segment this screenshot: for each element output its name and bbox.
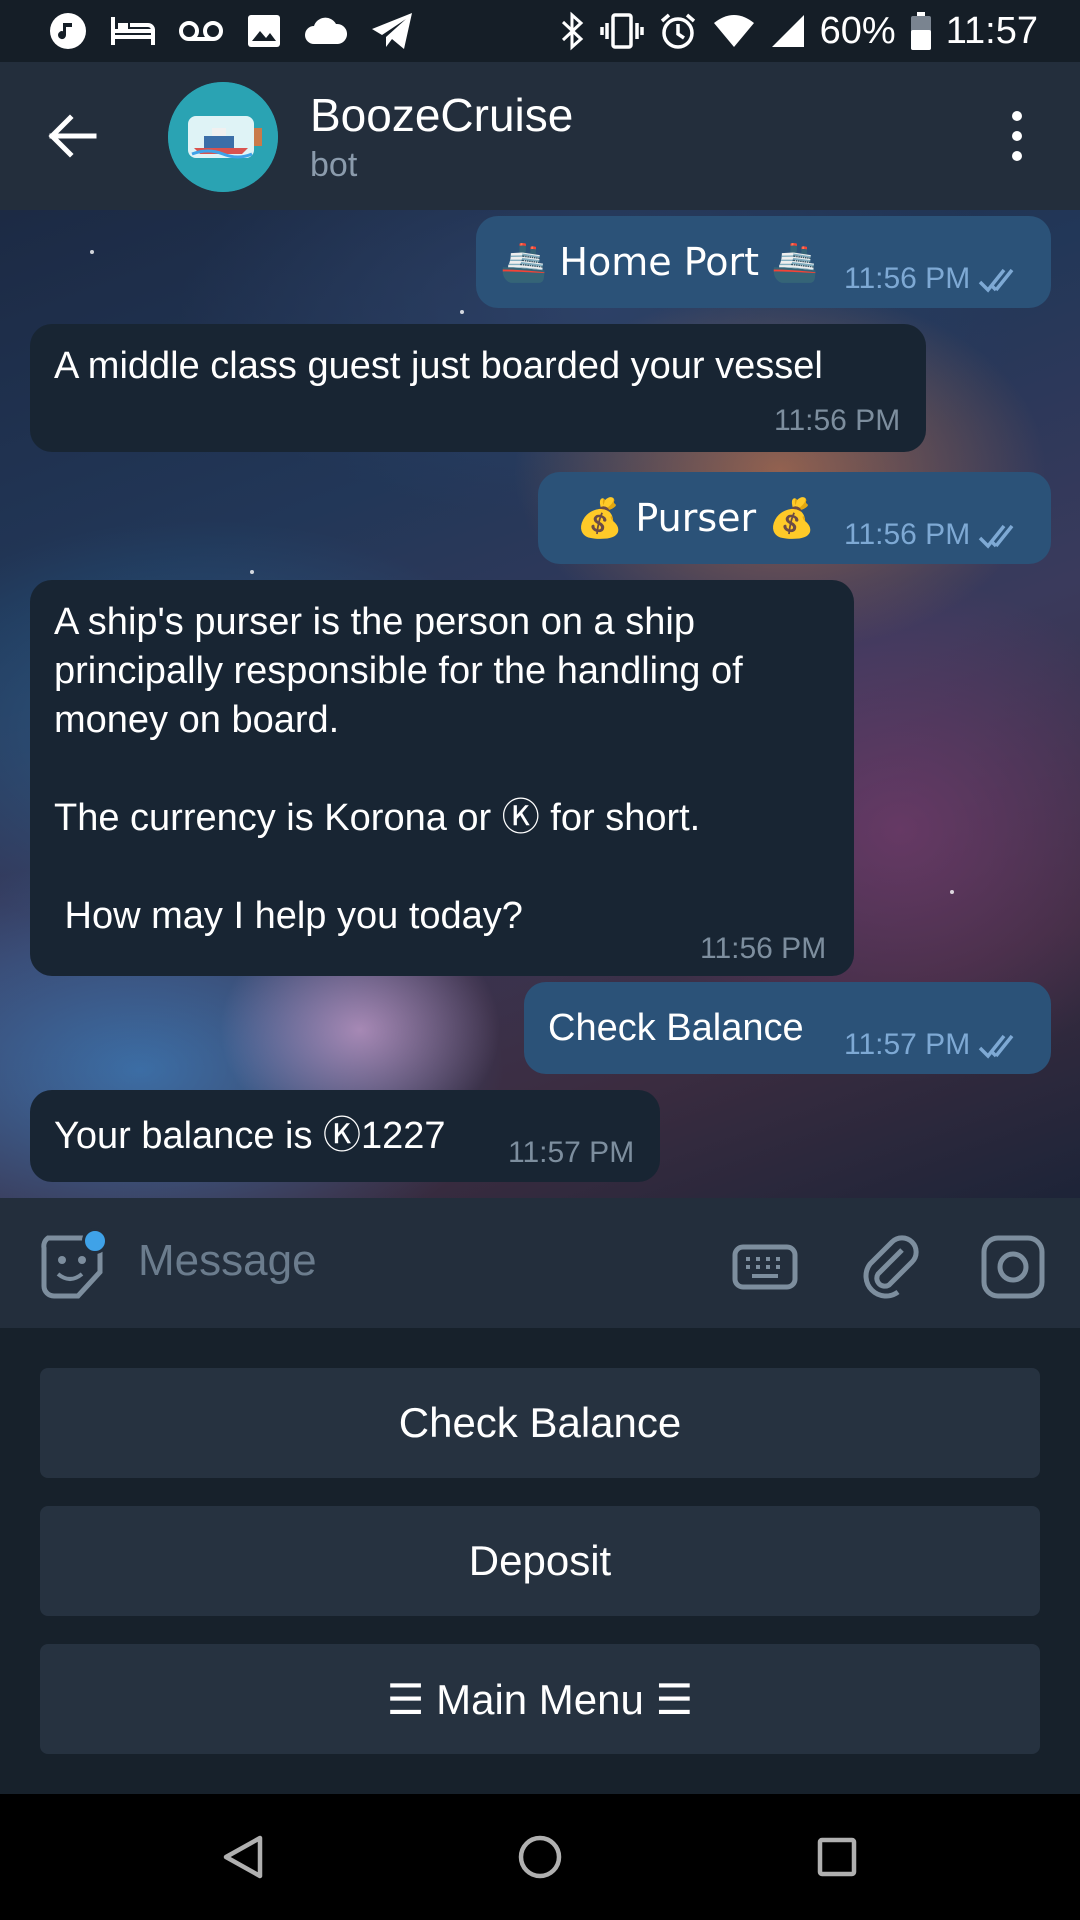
message-text: Check Balance [548,1007,804,1049]
message-text: Your balance is Ⓚ1227 [54,1115,446,1157]
battery-percent: 60% [819,9,896,52]
check-balance-button[interactable]: Check Balance [40,1368,1040,1478]
bed-icon [110,13,156,49]
voicemail-icon [178,17,224,45]
chat-subtitle: bot [310,146,358,184]
message-time: 11:56 PM [700,932,827,965]
incoming-message[interactable]: Your balance is Ⓚ1227 11:57 PM [30,1090,660,1182]
bot-keyboard-icon[interactable] [732,1234,798,1300]
message-text: A ship's purser is the person on a ship … [54,601,743,937]
vibrate-icon [599,11,644,51]
read-receipt-icon [978,268,1014,293]
nav-recents-icon[interactable] [812,1832,862,1882]
message-input[interactable] [138,1236,698,1286]
incoming-message[interactable]: A middle class guest just boarded your v… [30,324,926,452]
deposit-button[interactable]: Deposit [40,1506,1040,1616]
signal-icon [770,13,806,49]
message-time: 11:56 PM [844,518,971,551]
message-text: 💰 Purser 💰 [576,496,816,540]
outgoing-message[interactable]: 🚢 Home Port 🚢 11:56 PM [476,216,1051,308]
back-arrow-icon[interactable] [44,108,100,164]
status-bar: 60% 11:57 [0,0,1080,62]
nav-back-icon[interactable] [218,1832,268,1882]
chat-area[interactable]: 🚢 Home Port 🚢 11:56 PM A middle class gu… [0,210,1080,1198]
wifi-icon [712,13,756,49]
telegram-icon [370,11,414,51]
system-nav-bar [0,1794,1080,1920]
clock: 11:57 [945,9,1038,52]
outgoing-message[interactable]: 💰 Purser 💰 11:56 PM [538,472,1051,564]
outgoing-message[interactable]: Check Balance 11:57 PM [524,982,1051,1074]
alarm-icon [658,11,698,51]
image-icon [246,13,282,49]
battery-icon [910,11,932,51]
bluetooth-icon [560,11,586,51]
chat-title: BoozeCruise [310,89,574,141]
main-menu-button[interactable]: ☰ Main Menu ☰ [40,1644,1040,1754]
read-receipt-icon [978,524,1014,549]
message-time: 11:56 PM [774,404,901,437]
nav-home-icon[interactable] [515,1832,565,1882]
reply-keyboard: Check Balance Deposit ☰ Main Menu ☰ [0,1328,1080,1794]
cloud-icon [304,16,348,46]
chat-header: BoozeCruise bot [0,62,1080,210]
bot-avatar[interactable] [168,82,278,192]
attach-icon[interactable] [858,1234,924,1300]
message-time: 11:57 PM [508,1136,635,1169]
message-text: 🚢 Home Port 🚢 [500,240,819,284]
message-time: 11:56 PM [844,262,971,295]
message-input-bar [0,1198,1080,1328]
more-options-icon[interactable] [1000,106,1034,166]
message-text: A middle class guest just boarded your v… [54,345,823,387]
message-time: 11:57 PM [844,1028,971,1061]
incoming-message[interactable]: A ship's purser is the person on a ship … [30,580,854,976]
notification-dot [82,1228,108,1254]
music-icon [48,11,88,51]
read-receipt-icon [978,1034,1014,1059]
camera-icon[interactable] [980,1234,1046,1300]
